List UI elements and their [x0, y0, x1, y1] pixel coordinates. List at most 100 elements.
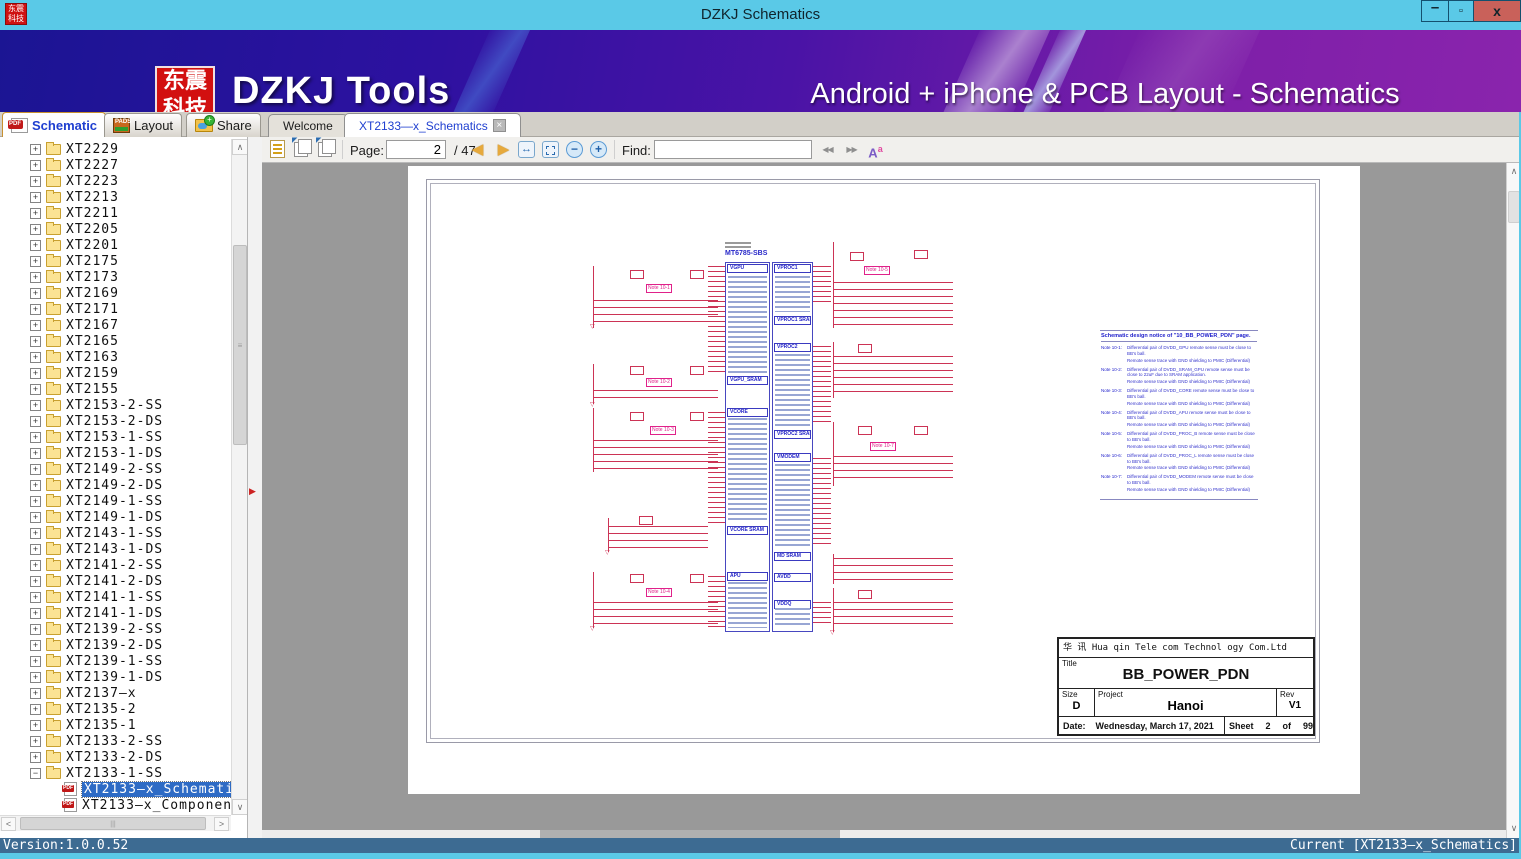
collapse-minus-icon[interactable] [30, 767, 41, 779]
find-next-button[interactable]: ▶▶ [842, 140, 861, 159]
tree-folder-row[interactable]: XT2213 [0, 189, 232, 205]
expand-plus-icon[interactable] [30, 719, 41, 731]
tree-folder-row[interactable]: XT2133-2-SS [0, 733, 232, 749]
tree-folder-row[interactable]: XT2205 [0, 221, 232, 237]
expand-plus-icon[interactable] [30, 175, 41, 187]
find-prev-button[interactable]: ◀◀ [818, 140, 837, 159]
tree-folder-row[interactable]: XT2139-2-SS [0, 621, 232, 637]
scroll-thumb[interactable]: ||| [20, 817, 206, 830]
tab-document-active[interactable]: XT2133—x_Schematics [344, 113, 521, 137]
tree-folder-row[interactable]: XT2149-1-SS [0, 493, 232, 509]
tree-folder-row[interactable]: XT2141-2-DS [0, 573, 232, 589]
tree-folder-row[interactable]: XT2137—x [0, 685, 232, 701]
tree-folder-row[interactable]: XT2159 [0, 365, 232, 381]
expand-plus-icon[interactable] [30, 735, 41, 747]
tree-folder-row[interactable]: XT2139-1-DS [0, 669, 232, 685]
expand-plus-icon[interactable] [30, 623, 41, 635]
tree-folder-row[interactable]: XT2135-2 [0, 701, 232, 717]
tab-share[interactable]: Share [186, 113, 261, 137]
maximize-button[interactable]: ▫ [1448, 0, 1474, 22]
tree-folder-row[interactable]: XT2173 [0, 269, 232, 285]
expand-plus-icon[interactable] [30, 383, 41, 395]
expand-plus-icon[interactable] [30, 351, 41, 363]
tab-welcome[interactable]: Welcome [268, 114, 348, 137]
tree-folder-row[interactable]: XT2201 [0, 237, 232, 253]
minimize-button[interactable]: – [1421, 0, 1449, 22]
tree-folder-row[interactable]: XT2133-2-DS [0, 749, 232, 765]
tree-file-row[interactable]: XT2133—x_Component_Locati [0, 797, 247, 813]
expand-plus-icon[interactable] [30, 671, 41, 683]
expand-plus-icon[interactable] [30, 591, 41, 603]
tree-folder-row[interactable]: XT2175 [0, 253, 232, 269]
tree-folder-row[interactable]: XT2211 [0, 205, 232, 221]
schematic-page[interactable]: MT6785-SBS VGPU VGPU_SRAM VCORE VCORE SR… [408, 166, 1360, 794]
find-input[interactable] [654, 140, 812, 159]
sidebar-vertical-scrollbar[interactable]: ∧ ≡ ∨ [231, 139, 247, 815]
expand-plus-icon[interactable] [30, 415, 41, 427]
scroll-thumb[interactable]: ≡ [233, 245, 247, 445]
tab-schematic[interactable]: Schematic [2, 112, 107, 137]
tree-folder-row[interactable]: XT2149-2-SS [0, 461, 232, 477]
expand-plus-icon[interactable] [30, 223, 41, 235]
tree-folder-row[interactable]: XT2149-1-DS [0, 509, 232, 525]
expand-plus-icon[interactable] [30, 751, 41, 763]
collapse-panel-icon[interactable]: ▶ [249, 486, 256, 497]
tree-folder-row[interactable]: XT2153-1-SS [0, 429, 232, 445]
expand-plus-icon[interactable] [30, 703, 41, 715]
tree-file-row-selected[interactable]: XT2133—x_Schematics [0, 780, 247, 798]
scroll-down-icon[interactable]: ∨ [232, 799, 247, 815]
expand-plus-icon[interactable] [30, 399, 41, 411]
tree-folder-row[interactable]: XT2167 [0, 317, 232, 333]
expand-plus-icon[interactable] [30, 255, 41, 267]
tree-folder-row[interactable]: XT2223 [0, 173, 232, 189]
expand-plus-icon[interactable] [30, 303, 41, 315]
tree-folder-row[interactable]: XT2155 [0, 381, 232, 397]
expand-plus-icon[interactable] [30, 527, 41, 539]
expand-plus-icon[interactable] [30, 639, 41, 651]
expand-plus-icon[interactable] [30, 511, 41, 523]
expand-plus-icon[interactable] [30, 207, 41, 219]
expand-plus-icon[interactable] [30, 431, 41, 443]
expand-plus-icon[interactable] [30, 575, 41, 587]
expand-plus-icon[interactable] [30, 143, 41, 155]
panel-splitter[interactable]: ▶ [248, 137, 262, 838]
expand-plus-icon[interactable] [30, 447, 41, 459]
next-page-button[interactable]: ▶ [494, 140, 513, 159]
zoom-in-button[interactable]: + [590, 140, 609, 159]
close-tab-icon[interactable] [492, 119, 506, 132]
tree-folder-row[interactable]: XT2169 [0, 285, 232, 301]
tree-folder-row[interactable]: XT2139-2-DS [0, 637, 232, 653]
expand-plus-icon[interactable] [30, 335, 41, 347]
scroll-thumb[interactable] [540, 830, 840, 838]
fit-page-button[interactable] [542, 140, 561, 159]
sidebar-horizontal-scrollbar[interactable]: < ||| > [0, 815, 231, 831]
expand-plus-icon[interactable] [30, 559, 41, 571]
expand-plus-icon[interactable] [30, 463, 41, 475]
tree-folder-row[interactable]: XT2165 [0, 333, 232, 349]
viewer-horizontal-scrollbar[interactable] [262, 830, 1506, 838]
expand-plus-icon[interactable] [30, 159, 41, 171]
single-page-icon[interactable] [270, 140, 289, 159]
expand-plus-icon[interactable] [30, 495, 41, 507]
prev-page-button[interactable]: ◀ [468, 140, 487, 159]
tree-folder-row[interactable]: XT2229 [0, 141, 232, 157]
close-button[interactable]: x [1473, 0, 1521, 22]
expand-plus-icon[interactable] [30, 655, 41, 667]
expand-plus-icon[interactable] [30, 239, 41, 251]
expand-plus-icon[interactable] [30, 479, 41, 491]
page-input[interactable] [386, 140, 446, 159]
tree-folder-row[interactable]: XT2143-1-SS [0, 525, 232, 541]
tree-folder-row[interactable]: XT2153-2-DS [0, 413, 232, 429]
tree-folder-row[interactable]: XT2141-2-SS [0, 557, 232, 573]
tab-layout[interactable]: Layout [104, 113, 183, 137]
expand-plus-icon[interactable] [30, 319, 41, 331]
tree-folder-row[interactable]: XT2163 [0, 349, 232, 365]
tree-folder-row[interactable]: XT2153-1-DS [0, 445, 232, 461]
scroll-left-icon[interactable]: < [1, 817, 16, 831]
expand-plus-icon[interactable] [30, 367, 41, 379]
expand-plus-icon[interactable] [30, 607, 41, 619]
scroll-right-icon[interactable]: > [214, 817, 229, 831]
tree-folder-row[interactable]: XT2135-1 [0, 717, 232, 733]
expand-plus-icon[interactable] [30, 543, 41, 555]
facing-pages-icon[interactable] [292, 136, 313, 159]
